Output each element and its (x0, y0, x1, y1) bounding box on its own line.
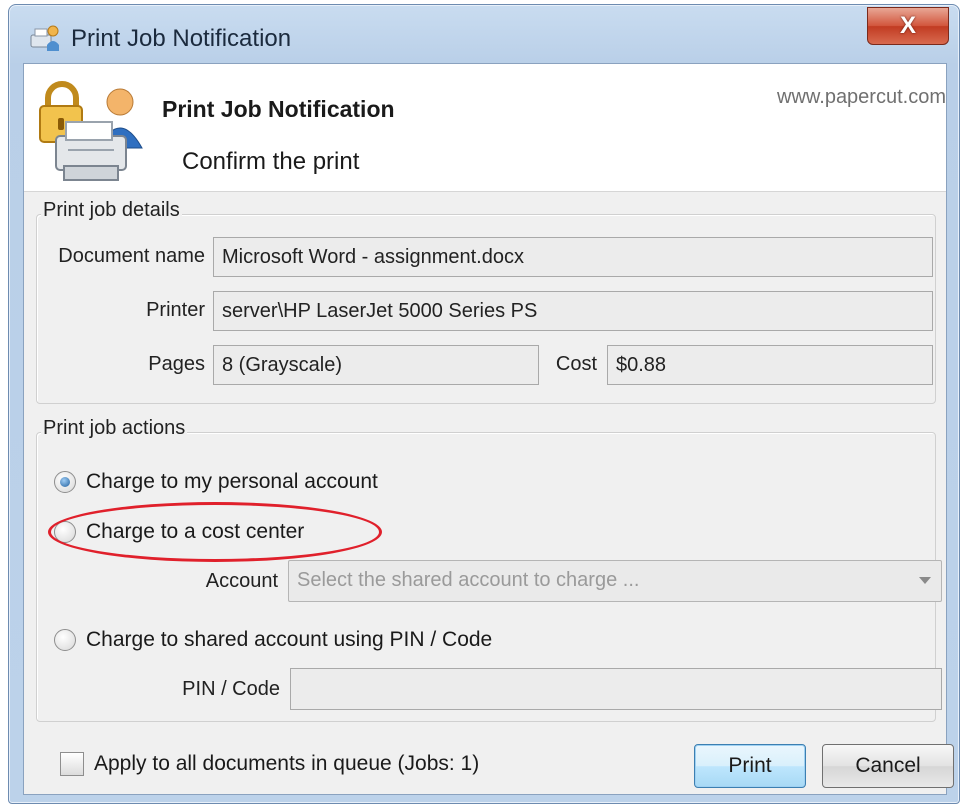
title-bar[interactable]: Print Job Notification X (9, 5, 959, 63)
pages-field[interactable]: 8 (Grayscale) (213, 345, 539, 385)
pin-code-label: PIN / Code (182, 678, 280, 700)
apply-all-row[interactable]: Apply to all documents in queue (Jobs: 1… (60, 752, 479, 776)
radio-personal-button[interactable] (54, 471, 76, 493)
radio-cost-center-button[interactable] (54, 521, 76, 543)
dialog-window: Print Job Notification X Print Job Notif… (8, 4, 960, 804)
cost-field[interactable]: $0.88 (607, 345, 933, 385)
radio-cost-center-label: Charge to a cost center (86, 520, 305, 543)
close-button[interactable]: X (867, 7, 949, 45)
banner-title: Print Job Notification (162, 96, 395, 122)
window-title: Print Job Notification (71, 25, 292, 52)
cost-label: Cost (555, 353, 597, 375)
radio-shared-pin-button[interactable] (54, 629, 76, 651)
banner-subtitle: Confirm the print (182, 148, 360, 175)
printer-field[interactable]: server\HP LaserJet 5000 Series PS (213, 291, 933, 331)
close-icon: X (899, 12, 916, 39)
papercut-url: www.papercut.com (777, 86, 946, 108)
cancel-button[interactable]: Cancel (822, 744, 954, 788)
radio-shared-pin[interactable]: Charge to shared account using PIN / Cod… (54, 624, 492, 656)
printer-lock-user-icon (39, 81, 143, 181)
radio-personal-account[interactable]: Charge to my personal account (54, 466, 378, 498)
radio-cost-center[interactable]: Charge to a cost center (54, 516, 304, 548)
account-select[interactable]: Select the shared account to charge ... (288, 560, 942, 602)
document-name-label: Document name (58, 245, 205, 267)
account-select-placeholder: Select the shared account to charge ... (297, 569, 640, 591)
print-job-actions-label: Print job actions (41, 417, 188, 440)
apply-all-label: Apply to all documents in queue (Jobs: 1… (94, 752, 480, 775)
dropdown-arrow-icon (919, 577, 931, 584)
papercut-app-icon (30, 25, 59, 51)
dialog-client-area: Print Job Notification Confirm the print… (23, 63, 954, 795)
pin-code-input[interactable] (290, 668, 942, 710)
printer-label: Printer (146, 299, 205, 321)
radio-shared-pin-label: Charge to shared account using PIN / Cod… (86, 628, 493, 651)
header-banner: Print Job Notification Confirm the print… (24, 64, 946, 192)
account-label: Account (205, 570, 278, 592)
print-job-details-label: Print job details (41, 199, 182, 222)
document-name-field[interactable]: Microsoft Word - assignment.docx (213, 237, 933, 277)
apply-all-checkbox[interactable] (60, 752, 84, 776)
print-job-details-group: Print job details Document name Microsof… (36, 199, 936, 404)
radio-personal-label: Charge to my personal account (86, 470, 378, 493)
pages-label: Pages (148, 353, 205, 375)
print-button[interactable]: Print (694, 744, 806, 788)
